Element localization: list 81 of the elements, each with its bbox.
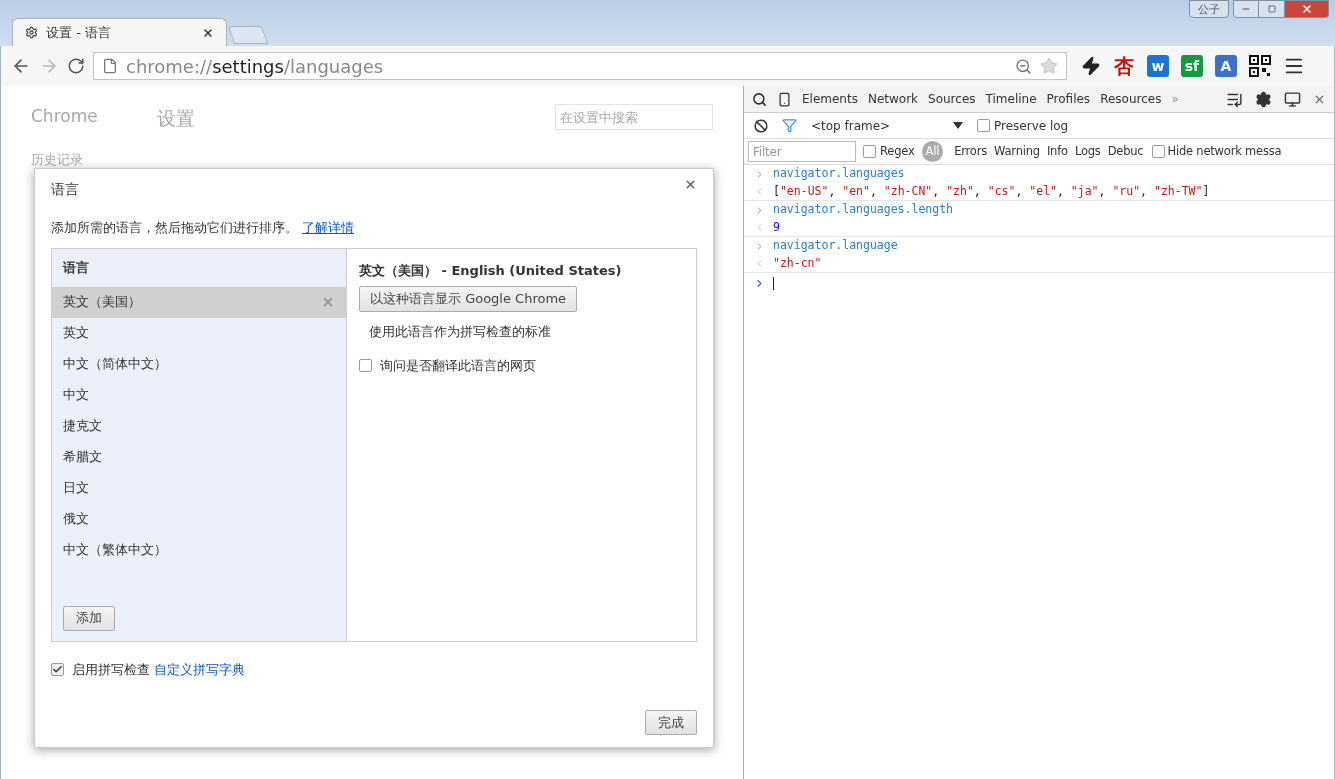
clear-console-icon[interactable]: [754, 118, 768, 133]
extension-button[interactable]: 杏: [1113, 51, 1135, 81]
checkbox-label: Preserve log: [994, 117, 1069, 135]
language-item[interactable]: 中文（繁体中文）: [52, 534, 346, 566]
checkbox-label: Hide network messa: [1167, 142, 1282, 160]
spellcheck-note: 使用此语言作为拼写检查的标准: [369, 323, 551, 341]
search-icon[interactable]: [752, 91, 767, 107]
extension-button[interactable]: w: [1147, 55, 1169, 77]
custom-dictionary-link[interactable]: 自定义拼写字典: [154, 659, 245, 679]
user-badge[interactable]: 公子: [1189, 0, 1229, 18]
level-filter[interactable]: Logs: [1074, 142, 1101, 161]
result-text: "zh-cn": [773, 254, 822, 272]
maximize-button[interactable]: [1259, 0, 1285, 18]
command-text: navigator.languages: [773, 165, 905, 183]
command-text: navigator.languages.length: [773, 201, 953, 219]
close-tab-icon[interactable]: [202, 26, 214, 39]
search-field[interactable]: 在设置中搜索: [555, 104, 713, 130]
dropdown-arrow-icon: [953, 122, 963, 129]
language-item[interactable]: 中文: [52, 379, 346, 411]
language-item[interactable]: 希腊文: [52, 441, 346, 473]
dialog-title: 语言: [51, 180, 79, 199]
extension-button[interactable]: sf: [1181, 55, 1203, 77]
language-item[interactable]: 英文: [52, 317, 346, 349]
brand-text: Chrome: [31, 105, 99, 128]
learn-more-link[interactable]: 了解详情: [302, 218, 354, 238]
preserve-log-checkbox[interactable]: [977, 119, 990, 132]
done-button[interactable]: 完成: [645, 710, 697, 735]
detail-title: 英文（美国） - English (United States): [359, 261, 622, 280]
address-bar[interactable]: chrome://settings/languages: [93, 52, 1067, 80]
extension-button[interactable]: A: [1215, 55, 1237, 77]
list-header: 语言: [61, 258, 90, 277]
result-text: ["en-US", "en", "zh-CN", "zh", "cs", "el", "ja", "ru", "zh-TW"]: [773, 182, 1210, 200]
regex-checkbox[interactable]: [863, 145, 876, 158]
display-language-button[interactable]: 以这种语言显示 Google Chrome: [359, 286, 578, 312]
spellcheck-checkbox[interactable]: [51, 662, 64, 676]
filter-icon[interactable]: [782, 118, 797, 133]
checkbox-label: 启用拼写检查: [72, 660, 150, 679]
frame-selector[interactable]: <top frame>: [811, 116, 963, 135]
minimize-button[interactable]: [1233, 0, 1259, 18]
browser-tab[interactable]: 设置 - 语言: [12, 18, 227, 46]
gear-icon: [25, 26, 38, 39]
add-button[interactable]: 添加: [63, 605, 115, 631]
close-icon[interactable]: [684, 178, 697, 191]
maximize-icon: [1267, 5, 1276, 13]
devtools-tab[interactable]: Resources: [1100, 90, 1162, 108]
language-item[interactable]: 日文: [52, 472, 346, 504]
language-item[interactable]: 俄文: [52, 503, 346, 535]
language-item[interactable]: 中文（简体中文）: [52, 348, 346, 380]
devtools-tab[interactable]: Elements: [802, 90, 858, 108]
command-text: navigator.language: [773, 237, 898, 255]
checkbox-label: 询问是否翻译此语言的网页: [380, 356, 536, 375]
page-title: 设置: [156, 106, 196, 131]
language-item[interactable]: 英文（美国）: [52, 286, 346, 318]
devtools-tab[interactable]: Network: [867, 90, 919, 108]
phone-icon[interactable]: [777, 91, 792, 107]
filter-field[interactable]: Filter: [748, 141, 856, 162]
language-item[interactable]: 捷克文: [52, 410, 346, 442]
translate-checkbox[interactable]: [359, 358, 372, 372]
url-text: chrome://settings/languages: [126, 54, 385, 79]
devtools-tab[interactable]: Profiles: [1046, 90, 1091, 108]
level-filter[interactable]: Debuc: [1107, 142, 1144, 161]
level-filter[interactable]: Info: [1046, 142, 1068, 161]
reload-icon[interactable]: [67, 57, 85, 75]
devtools-tab[interactable]: Timeline: [985, 90, 1037, 108]
text-cursor[interactable]: [773, 276, 774, 290]
close-button[interactable]: [1285, 0, 1329, 18]
hide-network-checkbox[interactable]: [1152, 145, 1166, 158]
prompt-icon: [754, 277, 765, 289]
checkbox-label: Regex: [880, 142, 915, 160]
page-icon: [102, 58, 118, 74]
result-text: 9: [773, 218, 780, 236]
dialog-description: 添加所需的语言，然后拖动它们进行排序。: [51, 219, 298, 237]
lightning-icon[interactable]: [1081, 56, 1101, 76]
star-icon[interactable]: [1040, 57, 1058, 75]
level-filter[interactable]: Warning: [994, 142, 1040, 161]
close-icon: [1300, 3, 1313, 15]
level-filter[interactable]: Errors: [954, 142, 988, 161]
devtools-tab[interactable]: Sources: [928, 90, 976, 108]
qr-code-icon[interactable]: [1249, 55, 1271, 77]
zoom-out-icon[interactable]: [1015, 57, 1032, 75]
tab-title: 设置 - 语言: [46, 23, 112, 42]
